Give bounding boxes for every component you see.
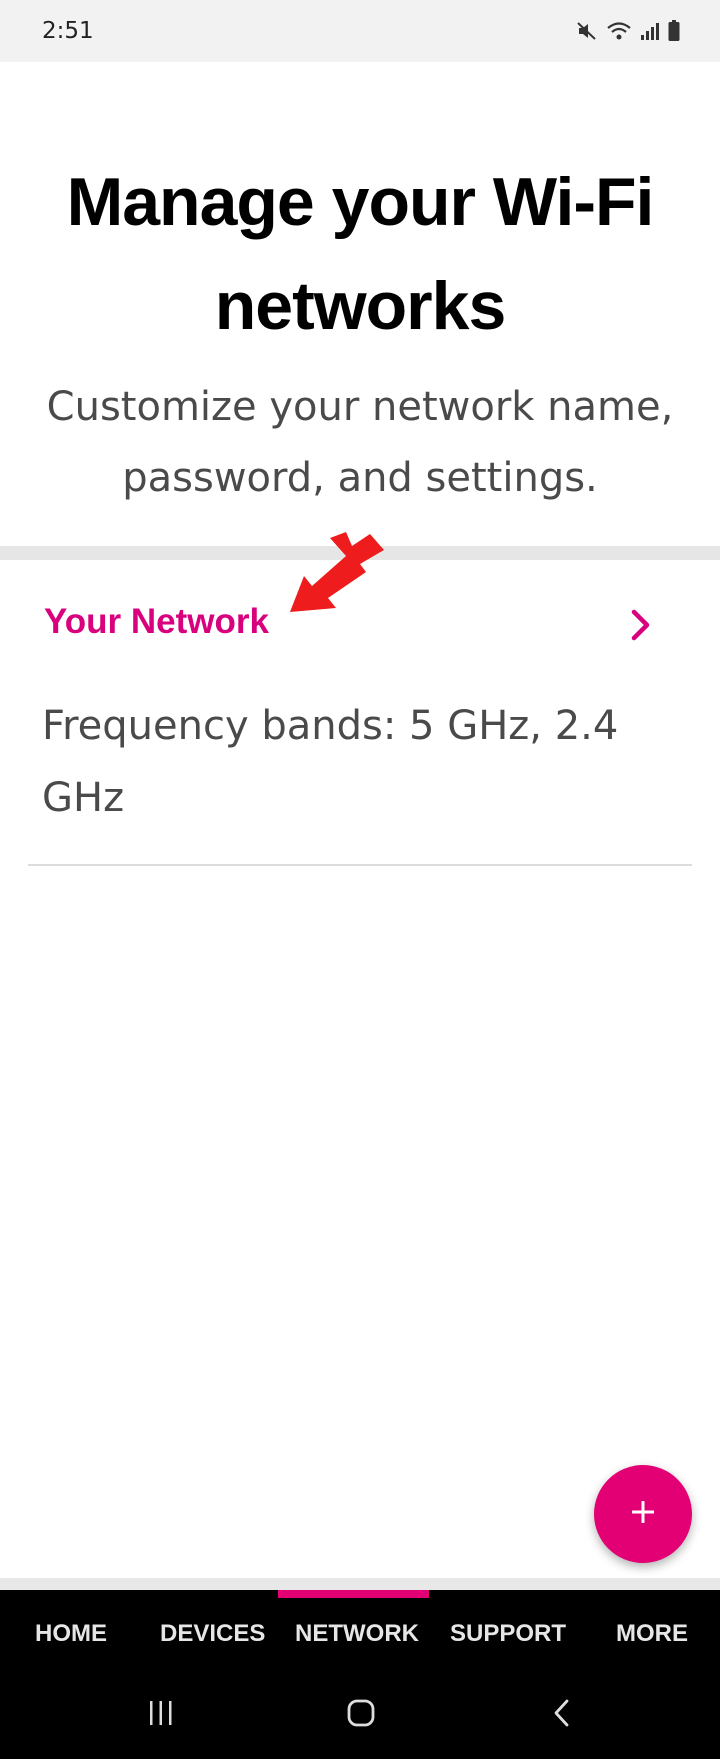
home-icon[interactable] <box>346 1698 376 1733</box>
nav-item-network[interactable]: NETWORK <box>295 1620 419 1648</box>
wifi-icon <box>606 20 632 42</box>
page-title-line1: Manage your Wi-Fi <box>66 164 655 240</box>
plus-icon <box>629 1498 657 1531</box>
nav-item-support[interactable]: SUPPORT <box>450 1620 566 1648</box>
bottom-nav-divider <box>0 1578 720 1590</box>
mute-icon <box>576 20 598 42</box>
page-subtitle-line1: Customize your network name, <box>46 384 674 430</box>
back-icon[interactable] <box>552 1698 572 1733</box>
annotation-arrow-icon <box>290 528 386 623</box>
nav-item-more[interactable]: MORE <box>616 1620 688 1648</box>
chevron-right-icon[interactable] <box>630 608 652 647</box>
page-title: Manage your Wi-Fi networks <box>0 150 720 358</box>
page-subtitle: Customize your network name, password, a… <box>20 372 700 514</box>
nav-item-devices[interactable]: DEVICES <box>160 1620 265 1648</box>
signal-icon <box>640 21 660 41</box>
recents-icon[interactable] <box>148 1698 174 1733</box>
page-subtitle-line2: password, and settings. <box>122 455 598 501</box>
add-network-button[interactable] <box>594 1465 692 1563</box>
frequency-line2: GHz <box>42 775 125 821</box>
system-nav-bar <box>0 1674 720 1759</box>
nav-item-home[interactable]: HOME <box>35 1620 107 1648</box>
row-divider <box>28 864 692 866</box>
frequency-bands-text: Frequency bands: 5 GHz, 2.4 GHz <box>42 690 682 834</box>
network-name-link[interactable]: Your Network <box>44 602 269 642</box>
status-time: 2:51 <box>42 18 94 44</box>
active-tab-indicator <box>278 1590 429 1598</box>
battery-icon <box>668 20 680 42</box>
bottom-nav: HOME DEVICES NETWORK SUPPORT MORE <box>0 1590 720 1674</box>
frequency-line1: Frequency bands: 5 GHz, 2.4 <box>42 703 619 749</box>
status-icons <box>576 20 680 42</box>
page-title-line2: networks <box>214 268 507 344</box>
status-bar: 2:51 <box>0 0 720 62</box>
